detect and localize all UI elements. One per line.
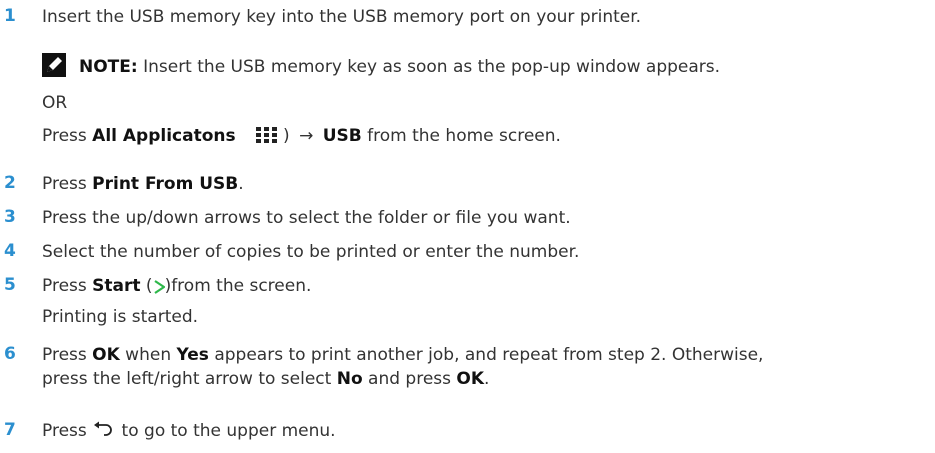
note-label: NOTE: (79, 57, 138, 77)
all-applications-grid-icon (255, 126, 281, 150)
print-from-usb-label: Print From USB (92, 174, 239, 194)
when-text: when (119, 345, 177, 365)
press-text: Press (42, 174, 93, 194)
step-number: 5 (4, 275, 16, 295)
ok-label-2: OK (456, 369, 485, 389)
rest-text: to go to the upper menu. (116, 421, 336, 441)
yes-label: Yes (176, 345, 209, 365)
step-number: 2 (4, 173, 16, 193)
line2a-text: press the left/right arrow to select (42, 369, 337, 389)
step-number: 7 (4, 420, 16, 440)
arrow-symbol: → (299, 126, 314, 146)
rest-text: appears to print another job, and repeat… (208, 345, 764, 365)
step-text: Press the up/down arrows to select the f… (42, 208, 571, 228)
note-text: Insert the USB memory key as soon as the… (137, 57, 721, 77)
step-6-line-2: press the left/right arrow to select No … (42, 368, 927, 390)
press-text: Press (42, 126, 93, 146)
from-screen-text: )from the screen. (164, 276, 312, 296)
pencil-note-icon (42, 53, 66, 77)
open-paren: ( (140, 276, 153, 296)
step-text: Select the number of copies to be printe… (42, 242, 580, 262)
step-number: 1 (4, 6, 16, 26)
back-arrow-icon (92, 421, 114, 445)
press-text: Press (42, 421, 93, 441)
all-applications-label: All Applicatons (92, 126, 236, 146)
step-text: Insert the USB memory key into the USB m… (42, 7, 642, 27)
paren-close: ) (283, 126, 290, 146)
step-number: 3 (4, 207, 16, 227)
press-text: Press (42, 345, 93, 365)
no-label: No (336, 369, 363, 389)
followup-text: Printing is started. (42, 307, 199, 327)
step-6-line-1: Press OK when Yes appears to print anoth… (42, 344, 927, 366)
press-text: Press (42, 276, 93, 296)
step-number: 6 (4, 344, 16, 364)
period: . (484, 369, 490, 389)
period: . (238, 174, 244, 194)
line2b-text: and press (362, 369, 457, 389)
home-screen-text: from the home screen. (361, 126, 561, 146)
or-text: OR (42, 93, 68, 113)
start-play-icon (153, 278, 165, 300)
usb-label: USB (322, 126, 362, 146)
start-label: Start (92, 276, 141, 296)
ok-label: OK (92, 345, 120, 365)
step-number: 4 (4, 241, 16, 261)
